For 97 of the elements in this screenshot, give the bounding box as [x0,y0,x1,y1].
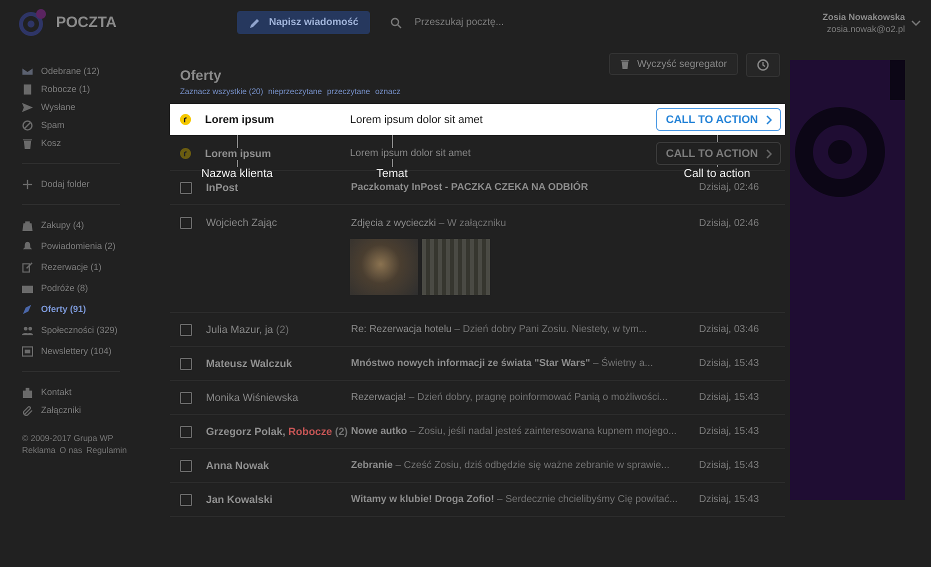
subject-text: Nowe autko – Zosiu, jeśli nadal jesteś zainteresowana kupnem mojego... [351,426,678,437]
subject-text: Rezerwacja! – Dzień dobry, pragnę poinformować Panią o możliwości... [351,392,669,403]
bell-icon [22,240,33,252]
user-email: zosia.nowak@o2.pl [826,24,905,34]
copyright-text: © 2009-2017 Grupa WP [22,432,114,444]
call-to-action-button[interactable]: CALL TO ACTION [656,108,781,131]
sidebar-item[interactable]: Kosz [22,137,160,149]
date-text: Dzisiaj, 15:43 [698,392,759,403]
row-checkbox[interactable] [180,324,192,336]
annotation-label: Nazwa klienta [201,168,273,180]
highlighted-row[interactable]: Lorem ipsum Lorem ipsum dolor sit amet CALL TO ACTION [170,104,785,135]
row-checkbox[interactable] [180,494,192,506]
subject-text: Witamy w klubie! Droga Zofio! – Serdecznie chcielibyśmy Cię powitać... [351,494,679,505]
sender-name: Grzegorz Polak, Robocze (2) [206,426,349,438]
trash-icon [620,59,630,69]
annotation-label: Call to action [684,168,750,180]
sidebar-item[interactable]: Spam [22,119,160,131]
sidebar-item[interactable]: Rezerwacje (1) [22,261,160,273]
add-folder-link[interactable]: Dodaj folder [22,178,160,190]
row-checkbox[interactable] [180,182,192,194]
filter-link[interactable]: przeczytane [326,87,370,96]
subject-text: Re: Rezerwacja hotelu – Dzień dobry Pani Zosiu. Niestety, w tym... [351,324,648,335]
sidebar-item[interactable]: Podróże (8) [22,282,160,294]
subject-text: Zebranie – Cześć Zosiu, dziś odbędzie się ważne zebranie w sprawie... [351,460,670,471]
subject-text: Lorem ipsum dolor sit amet [350,148,471,159]
subject-text: Paczkomaty InPost - PACZKA CZEKA NA ODBIÓR [351,182,590,193]
row-checkbox[interactable] [180,392,192,404]
ban-icon [22,120,33,130]
tag-icon [22,304,33,314]
row-checkbox[interactable] [180,358,192,370]
trash-icon [22,138,33,148]
news-icon [22,346,33,356]
sender-name: Wojciech Zając [206,217,278,229]
at-sign-logo-icon [18,8,48,38]
sender-name: InPost [206,182,240,194]
brand-badge-icon [180,114,191,125]
compose-button[interactable]: Napisz wiadomość [237,11,370,34]
sidebar-item[interactable]: Robocze (1) [22,83,160,95]
date-text: Dzisiaj, 02:46 [698,218,759,228]
user-name: Zosia Nowakowska [822,12,905,22]
sender-name: Anna Nowak [206,460,270,472]
brand-badge-icon [180,148,191,159]
footer-link[interactable]: Reklama [22,444,56,456]
filter-link[interactable]: Zaznacz wszystkie (20) [180,87,264,96]
folder-title: Oferty [180,67,222,83]
plus-icon [22,178,33,190]
bag-icon [22,220,33,230]
photo-placeholder[interactable] [350,239,418,295]
date-text: Dzisiaj, 02:46 [698,182,759,193]
sender-name: Lorem ipsum [205,148,271,160]
date-text: Dzisiaj, 15:43 [698,358,759,369]
search-icon [390,16,402,28]
pencil-icon [249,16,261,28]
row-checkbox[interactable] [180,217,192,229]
sidebar-item[interactable]: Newslettery (104) [22,345,160,357]
filter-link[interactable]: oznacz [375,87,400,96]
sidebar-item[interactable]: Powiadomienia (2) [22,240,160,252]
history-icon [756,58,770,72]
sidebar-item[interactable]: Zakupy (4) [22,219,160,231]
sender-name: Mateusz Walczuk [206,358,293,370]
send-icon [22,102,33,112]
edit-icon [22,262,33,272]
sender-name: Jan Kowalski [206,494,274,506]
row-checkbox[interactable] [180,460,192,472]
chevron-right-icon [766,148,772,158]
call-to-action-button[interactable]: CALL TO ACTION [656,142,781,165]
sidebar-item[interactable]: Załączniki [22,404,160,416]
sidebar-item[interactable]: Kontakt [22,386,160,398]
date-text: Dzisiaj, 15:43 [698,460,759,471]
filter-link[interactable]: nieprzeczytane [268,87,322,96]
logo-text: POCZTA [56,14,117,31]
clear-folder-button[interactable]: Wyczyść segregator [609,53,738,75]
chevron-down-icon[interactable] [911,20,921,26]
search-field[interactable]: Przeszukaj pocztę... [412,16,616,29]
document-icon [22,84,33,94]
footer-link[interactable]: O nas [60,444,82,456]
date-text: Dzisiaj, 15:43 [698,494,759,505]
date-text: Dzisiaj, 03:46 [698,324,759,335]
sidebar-item[interactable]: Odebrane (12) [22,65,160,77]
subject-text: Zdjęcia z wycieczki – W załączniku [351,218,508,228]
subject-text: Mnóstwo nowych informacji ze świata "Star Wars" – Świetny a... [351,358,654,369]
footer-link[interactable]: Regulamin [86,444,127,456]
row-checkbox[interactable] [180,426,192,438]
history-button[interactable] [746,53,780,77]
sender-name: Monika Wiśniewska [206,392,300,404]
envelope-icon [22,66,33,76]
sidebar-item[interactable]: Oferty (91) [22,303,160,315]
sidebar-item[interactable]: Wysłane [22,101,160,113]
clip-icon [22,404,33,416]
sender-name: Julia Mazur, ja (2) [206,324,290,336]
annotation-label: Temat [376,168,408,180]
chevron-right-icon [766,114,772,124]
date-text: Dzisiaj, 15:43 [698,426,759,437]
sidebar-item[interactable]: Społeczności (329) [22,324,160,336]
sender-name: Lorem ipsum [205,114,276,126]
subject-text: Lorem ipsum dolor sit amet [350,114,484,126]
people-icon [22,324,33,336]
